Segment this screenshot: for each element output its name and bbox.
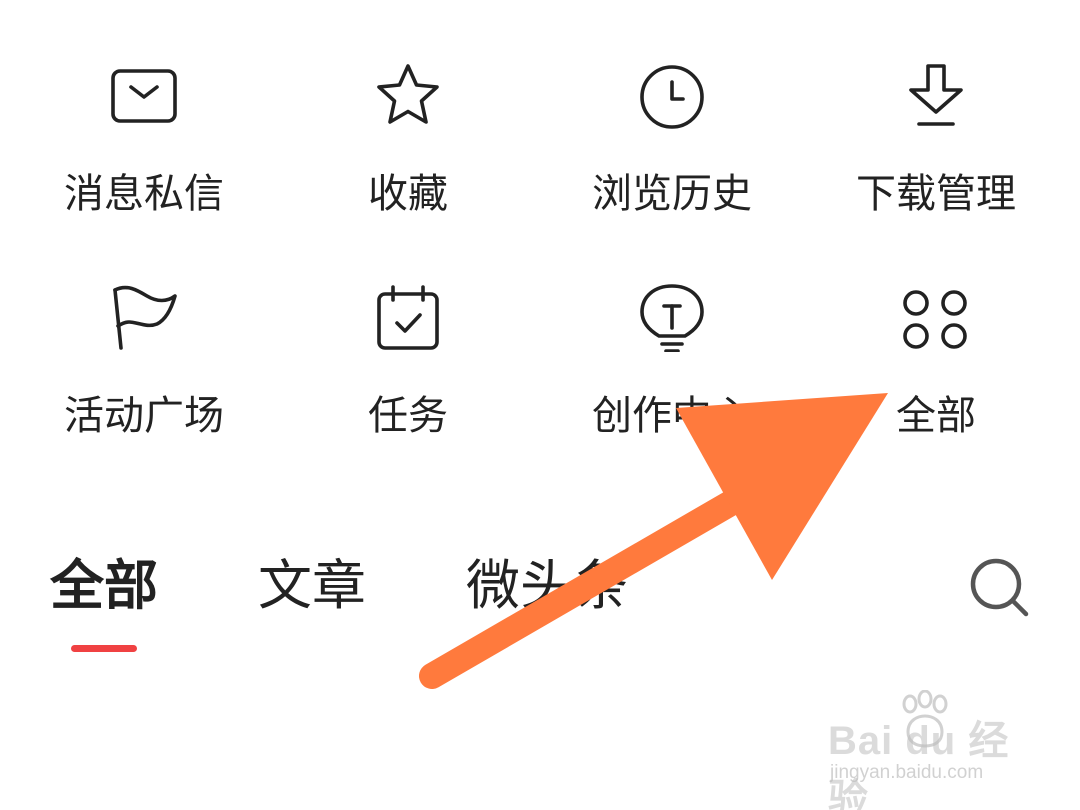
star-icon [373, 60, 443, 130]
mail-icon [109, 60, 179, 130]
watermark-url: jingyan.baidu.com [830, 762, 984, 783]
grid-circles-icon [901, 282, 971, 352]
menu-item-all[interactable]: 全部 [821, 282, 1051, 452]
flag-icon [109, 282, 179, 352]
menu-item-favorites[interactable]: 收藏 [293, 60, 523, 230]
tab-all[interactable]: 全部 [50, 548, 158, 624]
download-icon [901, 60, 971, 130]
active-tab-indicator [71, 645, 137, 652]
menu-item-label: 全部 [896, 393, 976, 439]
tab-micro-headline[interactable]: 微头条 [466, 548, 628, 624]
lightbulb-icon [637, 282, 707, 352]
menu-item-label: 下载管理 [856, 171, 1016, 217]
menu-item-label: 创作中心 [592, 393, 752, 439]
baidu-jingyan-watermark: Bai du 经验 jingyan.baidu.com [828, 690, 1028, 810]
tab-article[interactable]: 文章 [258, 548, 366, 624]
menu-item-activity-plaza[interactable]: 活动广场 [29, 282, 259, 452]
menu-item-label: 消息私信 [64, 171, 224, 217]
menu-item-history[interactable]: 浏览历史 [557, 60, 787, 230]
menu-item-label: 收藏 [368, 171, 448, 217]
clock-icon [637, 60, 707, 130]
menu-item-creator-center[interactable]: 创作中心 [557, 282, 787, 452]
menu-item-downloads[interactable]: 下载管理 [821, 60, 1051, 230]
calendar-check-icon [373, 282, 443, 352]
search-button[interactable] [966, 554, 1032, 620]
search-icon [970, 558, 1029, 617]
menu-item-tasks[interactable]: 任务 [293, 282, 523, 452]
menu-item-label: 浏览历史 [592, 171, 752, 217]
content-tabs: 全部 文章 微头条 [0, 548, 1080, 668]
menu-item-messages[interactable]: 消息私信 [29, 60, 259, 230]
screen: 消息私信 收藏 浏览历史 下载管理 活动广场 任务 创作中心 全部 全部 文章 … [0, 0, 1080, 810]
menu-item-label: 任务 [368, 393, 448, 439]
paw-logo-icon [902, 690, 948, 748]
menu-item-label: 活动广场 [64, 393, 224, 439]
watermark-brand: Bai du 经验 [828, 719, 1010, 810]
